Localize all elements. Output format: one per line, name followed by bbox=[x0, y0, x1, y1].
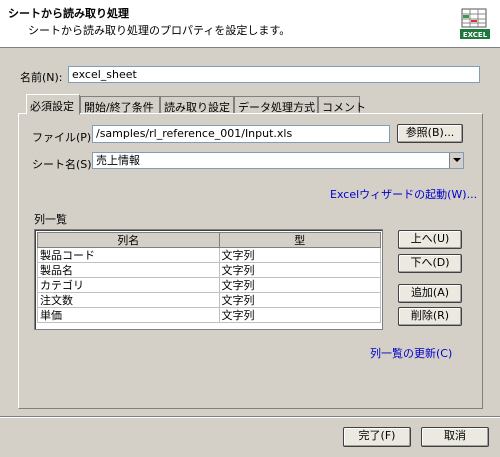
table-row[interactable]: 製品コード 文字列 bbox=[37, 247, 381, 263]
chevron-down-icon[interactable] bbox=[449, 153, 463, 168]
excel-wizard-link[interactable]: Excelウィザードの起動(W)... bbox=[330, 186, 477, 202]
column-name-cell: 製品名 bbox=[37, 262, 220, 278]
svg-text:EXCEL: EXCEL bbox=[463, 31, 488, 39]
sheet-label: シート名(S): bbox=[32, 158, 96, 171]
column-name-cell: 単価 bbox=[37, 307, 220, 323]
column-type-cell: 文字列 bbox=[218, 292, 381, 308]
file-label: ファイル(P): bbox=[32, 131, 95, 144]
sheet-select[interactable]: 売上情報 bbox=[92, 152, 464, 169]
excel-icon: EXCEL bbox=[460, 8, 490, 40]
column-header-name[interactable]: 列名 bbox=[37, 232, 220, 248]
footer-separator bbox=[0, 416, 500, 418]
column-list-table[interactable]: 列名 型 製品コード 文字列 製品名 文字列 カテゴリ 文字列 注文数 文字列 bbox=[34, 229, 383, 330]
finish-button[interactable]: 完了(F) bbox=[343, 427, 411, 447]
column-list-label: 列一覧 bbox=[34, 213, 67, 226]
name-label: 名前(N): bbox=[20, 71, 63, 84]
sheet-selected-value: 売上情報 bbox=[96, 154, 140, 167]
column-type-cell: 文字列 bbox=[218, 307, 381, 323]
cancel-button[interactable]: 取消 bbox=[421, 427, 489, 447]
column-header-type[interactable]: 型 bbox=[218, 232, 381, 248]
tab-required-settings[interactable]: 必須設定 bbox=[26, 94, 80, 115]
browse-button[interactable]: 参照(B)... bbox=[397, 124, 463, 143]
table-row[interactable]: 単価 文字列 bbox=[37, 307, 381, 323]
column-type-cell: 文字列 bbox=[218, 247, 381, 263]
move-up-button[interactable]: 上へ(U) bbox=[398, 230, 462, 249]
table-row[interactable]: 製品名 文字列 bbox=[37, 262, 381, 278]
tab-read-settings[interactable]: 読み取り設定 bbox=[160, 96, 234, 114]
add-button[interactable]: 追加(A) bbox=[398, 284, 462, 303]
file-path-input[interactable]: /samples/rl_reference_001/Input.xls bbox=[92, 125, 390, 143]
column-name-cell: カテゴリ bbox=[37, 277, 220, 293]
dialog-description: シートから読み取り処理のプロパティを設定します。 bbox=[28, 24, 291, 37]
tab-start-end-conditions[interactable]: 開始/終了条件 bbox=[80, 96, 160, 114]
column-type-cell: 文字列 bbox=[218, 277, 381, 293]
table-row[interactable]: カテゴリ 文字列 bbox=[37, 277, 381, 293]
move-down-button[interactable]: 下へ(D) bbox=[398, 254, 462, 273]
delete-button[interactable]: 削除(R) bbox=[398, 307, 462, 326]
column-name-cell: 製品コード bbox=[37, 247, 220, 263]
dialog-header: シートから読み取り処理 シートから読み取り処理のプロパティを設定します。 EXC… bbox=[0, 0, 500, 48]
column-type-cell: 文字列 bbox=[218, 262, 381, 278]
table-row[interactable]: 注文数 文字列 bbox=[37, 292, 381, 308]
column-name-cell: 注文数 bbox=[37, 292, 220, 308]
name-input[interactable]: excel_sheet bbox=[68, 66, 480, 83]
refresh-column-list-link[interactable]: 列一覧の更新(C) bbox=[370, 345, 452, 361]
tab-data-processing[interactable]: データ処理方式 bbox=[234, 96, 318, 114]
tab-comment[interactable]: コメント bbox=[318, 96, 366, 114]
dialog-title: シートから読み取り処理 bbox=[8, 7, 129, 20]
